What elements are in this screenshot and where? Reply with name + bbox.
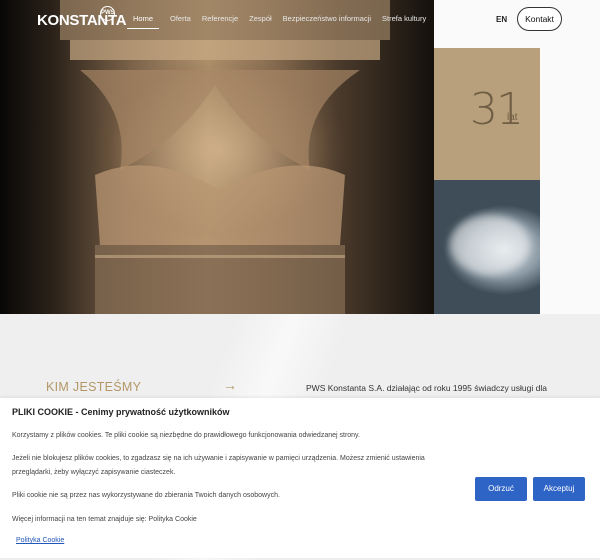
- logo-badge: PWS: [100, 6, 115, 21]
- contact-button[interactable]: Kontakt: [517, 7, 562, 31]
- nav-oferta[interactable]: Oferta: [170, 14, 191, 29]
- accept-button[interactable]: Akceptuj: [533, 477, 585, 501]
- cookie-text-5: Więcej informacji na ten temat znajduje …: [12, 516, 197, 523]
- cookie-text-3: przeglądarki, żeby wyłączyć zapisywanie …: [12, 469, 176, 476]
- cookie-dialog: PLIKI COOKIE - Cenimy prywatność użytkow…: [0, 398, 600, 558]
- about-text: PWS Konstanta S.A. działając od roku 199…: [306, 383, 547, 393]
- main-nav: Home Oferta Referencje Zespół Bezpieczeń…: [127, 14, 437, 29]
- about-heading[interactable]: KIM JESTEŚMY: [46, 380, 141, 394]
- years-number: 31: [470, 84, 524, 135]
- cookie-text-4: Pliki cookie nie są przez nas wykorzysty…: [12, 492, 280, 499]
- site-header: KONSTANTA PWS Home Oferta Referencje Zes…: [0, 0, 600, 40]
- nav-home[interactable]: Home: [127, 14, 160, 29]
- cookie-policy-link[interactable]: Polityka Cookie: [16, 537, 64, 544]
- nav-zespol[interactable]: Zespół: [249, 14, 272, 29]
- nav-bezpieczenstwo[interactable]: Bezpieczeństwo informacji: [283, 14, 371, 29]
- cloud-shape: [450, 215, 530, 275]
- nav-strefa-kultury[interactable]: Strefa kultury: [382, 14, 426, 29]
- hero-section: 31 lat: [0, 0, 600, 314]
- nav-referencje[interactable]: Referencje: [202, 14, 238, 29]
- column-capital-image: [0, 0, 434, 314]
- arrow-right-icon[interactable]: →: [223, 377, 237, 393]
- cookie-title: PLIKI COOKIE - Cenimy prywatność użytkow…: [12, 407, 230, 417]
- reject-button[interactable]: Odrzuć: [475, 477, 527, 501]
- cookie-text-1: Korzystamy z plików cookies. Te pliki co…: [12, 432, 360, 439]
- cookie-text-2: Jeżeli nie blokujesz plików cookies, to …: [12, 455, 425, 462]
- language-switch[interactable]: EN: [496, 15, 507, 24]
- years-unit: lat: [507, 112, 518, 123]
